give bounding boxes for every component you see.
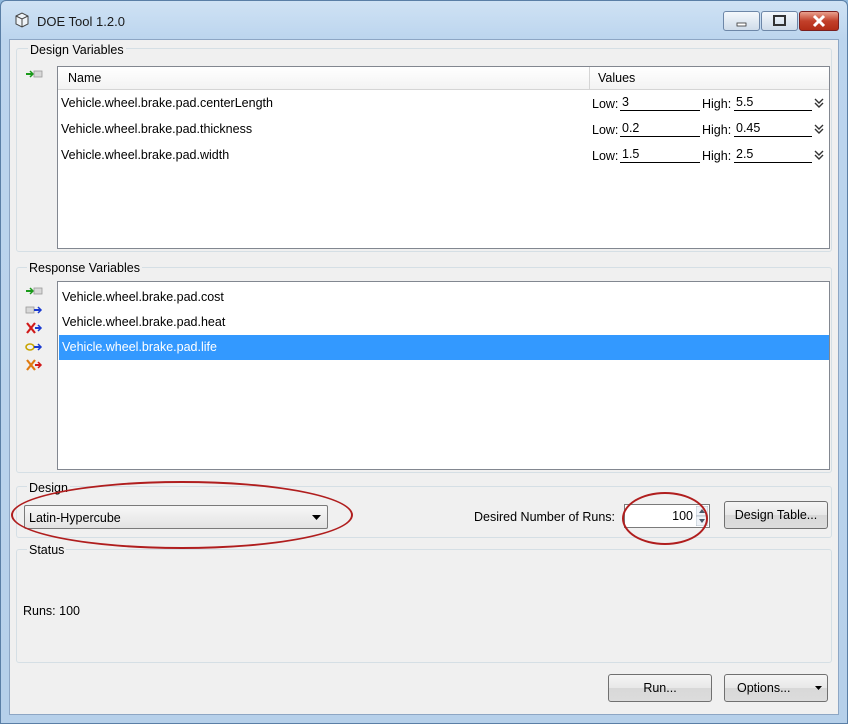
response-name: Vehicle.wheel.brake.pad.cost [62, 290, 224, 304]
variable-name: Vehicle.wheel.brake.pad.centerLength [61, 96, 273, 110]
response-variables-label: Response Variables [27, 261, 142, 275]
status-text: Runs: 100 [23, 604, 80, 618]
dropdown-arrow-icon[interactable] [815, 686, 822, 691]
runs-label: Desired Number of Runs: [474, 510, 616, 524]
window-title: DOE Tool 1.2.0 [37, 14, 125, 29]
cube-app-icon [15, 12, 29, 28]
high-value-field[interactable]: 5.5 [734, 95, 812, 111]
variable-name: Vehicle.wheel.brake.pad.thickness [61, 122, 253, 136]
low-label: Low: [592, 149, 619, 163]
low-value-field[interactable]: 3 [620, 95, 700, 111]
design-table-button[interactable]: Design Table... [724, 501, 828, 529]
status-group [16, 549, 832, 663]
run-button[interactable]: Run... [608, 674, 712, 702]
high-label: High: [702, 97, 732, 111]
close-icon [812, 14, 826, 28]
app-window: DOE Tool 1.2.0 Design Variables Name Val… [0, 0, 848, 724]
remove-all-responses-icon[interactable] [25, 359, 43, 371]
column-header-name[interactable]: Name [68, 71, 101, 85]
link-response-icon[interactable] [25, 341, 43, 353]
table-row[interactable]: Vehicle.wheel.brake.pad.centerLength Low… [58, 91, 829, 117]
column-header-values[interactable]: Values [598, 71, 635, 85]
response-name: Vehicle.wheel.brake.pad.heat [62, 315, 226, 329]
table-header: Name Values [58, 67, 829, 90]
low-label: Low: [592, 97, 619, 111]
double-chevron-down-icon[interactable] [813, 123, 825, 135]
minimize-icon [736, 22, 747, 27]
options-split-button[interactable]: Options... [724, 674, 828, 702]
high-label: High: [702, 149, 732, 163]
response-name: Vehicle.wheel.brake.pad.life [62, 340, 217, 354]
low-label: Low: [592, 123, 619, 137]
list-item-selected[interactable]: Vehicle.wheel.brake.pad.life [59, 335, 829, 360]
design-variables-label: Design Variables [28, 43, 126, 57]
add-variable-icon[interactable] [25, 68, 43, 80]
response-variables-list[interactable]: Vehicle.wheel.brake.pad.cost Vehicle.whe… [57, 281, 830, 470]
low-value-field[interactable]: 1.5 [620, 147, 700, 163]
double-chevron-down-icon[interactable] [813, 149, 825, 161]
maximize-icon [773, 15, 786, 26]
design-variables-table[interactable]: Name Values Vehicle.wheel.brake.pad.cent… [57, 66, 830, 249]
high-value-field[interactable]: 2.5 [734, 147, 812, 163]
options-button-label: Options... [737, 681, 791, 695]
list-item[interactable]: Vehicle.wheel.brake.pad.cost [59, 285, 829, 310]
title-bar[interactable]: DOE Tool 1.2.0 [1, 1, 847, 39]
low-value-field[interactable]: 0.2 [620, 121, 700, 137]
status-label: Status [27, 543, 67, 557]
table-row[interactable]: Vehicle.wheel.brake.pad.width Low: 1.5 H… [58, 143, 829, 169]
high-label: High: [702, 123, 732, 137]
list-item[interactable]: Vehicle.wheel.brake.pad.heat [59, 310, 829, 335]
add-response-icon[interactable] [25, 285, 43, 297]
minimize-button[interactable] [723, 11, 760, 31]
table-row[interactable]: Vehicle.wheel.brake.pad.thickness Low: 0… [58, 117, 829, 143]
dialog-body: Design Variables Name Values Vehicle.whe… [9, 39, 839, 715]
annotation-ellipse-runs [622, 492, 708, 545]
column-divider[interactable] [589, 67, 590, 89]
double-chevron-down-icon[interactable] [813, 97, 825, 109]
variable-name: Vehicle.wheel.brake.pad.width [61, 148, 230, 162]
close-button[interactable] [799, 11, 839, 31]
maximize-button[interactable] [761, 11, 798, 31]
annotation-ellipse-design-method [11, 481, 353, 549]
high-value-field[interactable]: 0.45 [734, 121, 812, 137]
move-response-icon[interactable] [25, 304, 43, 316]
remove-response-icon[interactable] [25, 322, 43, 334]
